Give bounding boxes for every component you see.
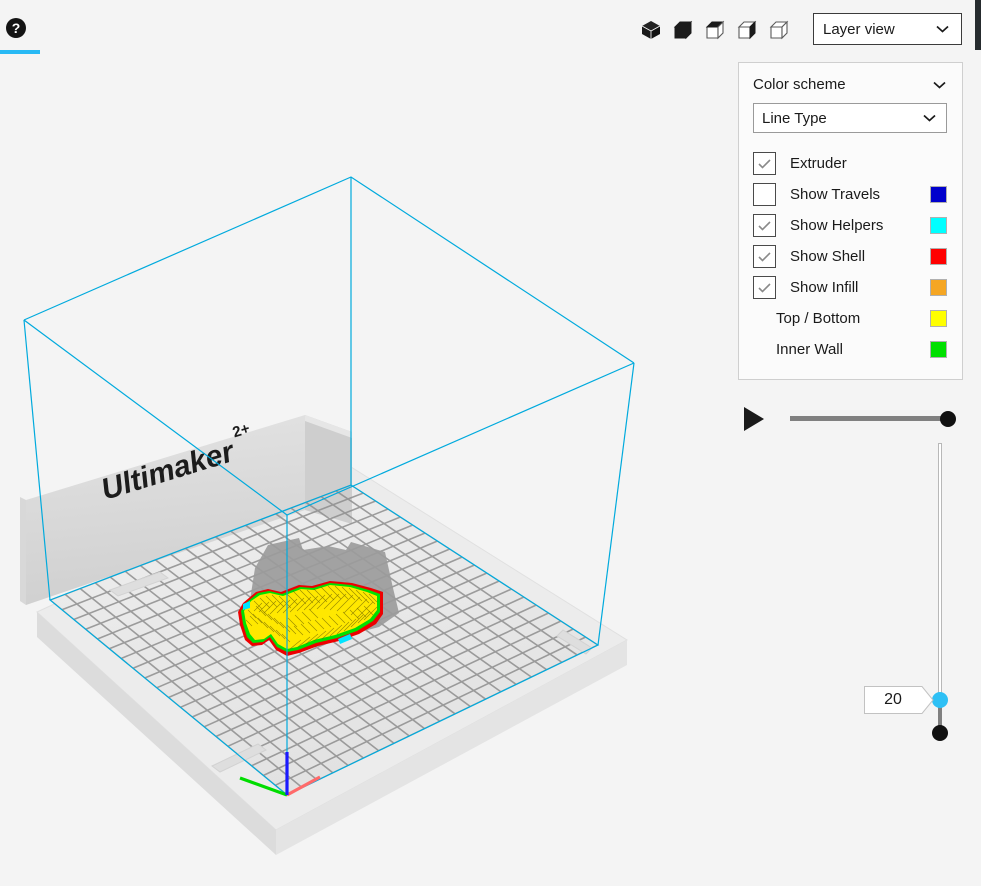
simulation-slider-track[interactable]: [790, 416, 950, 421]
legend-swatch-show-infill: [930, 279, 947, 296]
check-icon: [758, 158, 771, 169]
chevron-down-icon: [923, 114, 936, 122]
check-icon: [758, 220, 771, 231]
legend-label-show-travels: Show Travels: [790, 186, 881, 203]
show-shell-checkbox[interactable]: [753, 245, 776, 268]
legend-row-inner-wall: Inner Wall: [753, 334, 948, 365]
legend-swatch-show-shell: [930, 248, 947, 265]
show-helpers-checkbox[interactable]: [753, 214, 776, 237]
help-tab[interactable]: ?: [0, 0, 40, 56]
check-icon: [758, 282, 771, 293]
chevron-down-icon: [936, 25, 949, 33]
legend-row-show-helpers[interactable]: Show Helpers: [753, 210, 948, 241]
legend-label-inner-wall: Inner Wall: [776, 341, 843, 358]
layer-slider-upper-handle[interactable]: [932, 692, 948, 708]
legend-row-show-infill[interactable]: Show Infill: [753, 272, 948, 303]
view-mode-toolbar[interactable]: [640, 16, 790, 44]
legend-swatch-top-bottom: [930, 310, 947, 327]
view-mode-right[interactable]: [768, 18, 790, 42]
layer-slider-track[interactable]: [938, 443, 942, 733]
legend-label-show-infill: Show Infill: [790, 279, 859, 296]
cube-top-icon: [705, 20, 725, 40]
color-scheme-select[interactable]: Line Type: [753, 103, 947, 133]
window-edge-sliver: [975, 0, 981, 50]
show-travels-checkbox[interactable]: [753, 183, 776, 206]
layer-value-tooltip[interactable]: 20: [864, 686, 934, 714]
help-circle-icon[interactable]: ?: [6, 18, 26, 38]
view-mode-3d[interactable]: [640, 18, 662, 42]
legend-label-top-bottom: Top / Bottom: [776, 310, 861, 327]
legend-swatch-show-travels: [930, 186, 947, 203]
show-infill-checkbox[interactable]: [753, 276, 776, 299]
legend-label-show-shell: Show Shell: [790, 248, 866, 265]
legend-row-extruder[interactable]: Extruder: [753, 148, 948, 179]
color-scheme-header[interactable]: Color scheme: [753, 76, 948, 93]
view-mode-top[interactable]: [704, 18, 726, 42]
cube-front-icon: [673, 20, 693, 40]
legend-swatch-show-helpers: [930, 217, 947, 234]
cube-isometric-icon: [641, 21, 661, 39]
legend-swatch-extruder: [930, 155, 947, 172]
chevron-down-icon[interactable]: [933, 81, 946, 89]
legend-row-top-bottom: Top / Bottom: [753, 303, 948, 334]
color-scheme-title: Color scheme: [753, 76, 846, 93]
extruder-checkbox[interactable]: [753, 152, 776, 175]
active-tab-indicator: [0, 50, 40, 54]
layer-slider[interactable]: [932, 443, 950, 743]
legend-label-show-helpers: Show Helpers: [790, 217, 884, 234]
color-scheme-panel: Color scheme Line Type Extruder Show Tra…: [738, 62, 963, 380]
legend-swatch-inner-wall: [930, 341, 947, 358]
color-scheme-value: Line Type: [762, 109, 827, 127]
play-button[interactable]: [742, 406, 766, 432]
cura-layer-view-window: Ultimaker 2+ ? Layer view Color scheme L…: [0, 0, 981, 886]
cube-right-icon: [769, 20, 789, 40]
inner-wall-spacer: [753, 338, 776, 361]
cube-left-icon: [737, 20, 757, 40]
top-bottom-spacer: [753, 307, 776, 330]
simulation-slider-handle[interactable]: [940, 411, 956, 427]
legend-label-extruder: Extruder: [790, 155, 847, 172]
legend-row-show-travels[interactable]: Show Travels: [753, 179, 948, 210]
legend-row-show-shell[interactable]: Show Shell: [753, 241, 948, 272]
layer-slider-lower-handle[interactable]: [932, 725, 948, 741]
view-select-dropdown[interactable]: Layer view: [813, 13, 962, 45]
view-select-value: Layer view: [823, 20, 895, 38]
layer-value-text: 20: [884, 691, 902, 708]
check-icon: [758, 251, 771, 262]
simulation-slider[interactable]: [790, 411, 965, 427]
view-mode-front[interactable]: [672, 18, 694, 42]
play-triangle-icon: [744, 407, 764, 431]
view-mode-left[interactable]: [736, 18, 758, 42]
